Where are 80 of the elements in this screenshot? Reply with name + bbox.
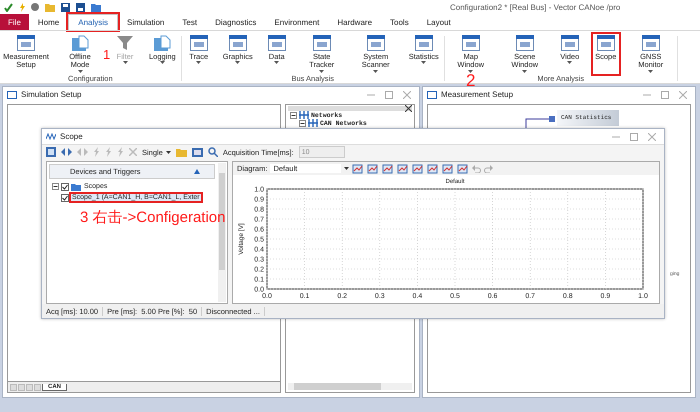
collapse-icon[interactable] bbox=[290, 112, 297, 118]
maximize-icon[interactable] bbox=[661, 90, 669, 98]
check-icon[interactable] bbox=[4, 2, 13, 12]
chart-tool-icon[interactable] bbox=[382, 164, 394, 174]
window-icon bbox=[414, 35, 433, 51]
document-icon bbox=[153, 35, 172, 51]
checkbox[interactable] bbox=[61, 194, 69, 202]
chart-tool-icon[interactable] bbox=[427, 164, 440, 174]
filter-icon bbox=[116, 35, 134, 51]
arrows-icon[interactable] bbox=[61, 148, 72, 156]
undo-icon[interactable] bbox=[472, 164, 482, 172]
ribbon-tab[interactable]: Layout bbox=[418, 14, 460, 30]
caret-icon bbox=[648, 70, 654, 72]
ribbon-tab[interactable]: Environment bbox=[265, 14, 328, 30]
maximize-icon[interactable] bbox=[630, 132, 638, 140]
chart-tool-icon[interactable] bbox=[397, 164, 410, 174]
caret-icon bbox=[373, 70, 378, 72]
window-title: Simulation Setup bbox=[21, 90, 82, 99]
window-icon bbox=[268, 35, 286, 51]
caret-icon[interactable] bbox=[344, 167, 350, 170]
chart-tool-icon[interactable] bbox=[457, 164, 470, 174]
caret-icon bbox=[522, 70, 528, 72]
ribbon-tab[interactable]: Home bbox=[28, 14, 68, 30]
chart-tool-icon[interactable] bbox=[412, 164, 424, 174]
ribbon-tab[interactable]: Tools bbox=[381, 14, 418, 30]
window-icon bbox=[312, 35, 331, 51]
screen-icon[interactable] bbox=[192, 148, 203, 156]
circle-icon[interactable] bbox=[31, 3, 39, 11]
window-title: Scope bbox=[60, 132, 83, 141]
window-icon bbox=[228, 35, 247, 51]
window-icon bbox=[17, 35, 35, 51]
close-icon[interactable] bbox=[405, 105, 412, 112]
window-icon bbox=[366, 35, 385, 51]
connector-line bbox=[525, 115, 556, 128]
caret-icon bbox=[166, 150, 171, 154]
maximize-icon[interactable] bbox=[385, 90, 393, 98]
caret-icon bbox=[274, 61, 280, 64]
collapse-icon[interactable] bbox=[299, 120, 306, 126]
window-icon bbox=[560, 35, 579, 51]
ribbon-tab[interactable]: Hardware bbox=[328, 14, 382, 30]
ribbon-tab[interactable]: Simulation bbox=[118, 14, 174, 30]
scope-icon bbox=[46, 133, 56, 140]
caret-icon bbox=[78, 70, 82, 72]
window-icon bbox=[190, 35, 208, 51]
ribbon-tab[interactable]: Test bbox=[173, 14, 206, 30]
caret-icon bbox=[235, 61, 240, 64]
caret-icon bbox=[122, 61, 128, 64]
scrollbar[interactable] bbox=[288, 383, 412, 390]
window-title: Measurement Setup bbox=[441, 90, 514, 99]
caret-icon bbox=[196, 61, 202, 64]
save-icon[interactable] bbox=[61, 2, 70, 12]
window-icon bbox=[642, 35, 660, 51]
annotation-text: 2 bbox=[466, 72, 476, 89]
chart-tool-icon[interactable] bbox=[442, 164, 454, 174]
caret-icon bbox=[319, 70, 324, 72]
checkbox[interactable] bbox=[61, 182, 69, 190]
annotation-text: 3 右击->Configeration bbox=[80, 210, 226, 225]
folder-icon[interactable] bbox=[91, 2, 101, 12]
annotation-text: 1 bbox=[103, 48, 110, 61]
document-icon bbox=[71, 35, 89, 51]
redo-icon[interactable] bbox=[484, 164, 494, 172]
chart-tool-icon[interactable] bbox=[367, 164, 380, 174]
window-icon bbox=[7, 90, 17, 98]
magnifier-icon[interactable] bbox=[208, 147, 218, 157]
ribbon-tab[interactable]: Diagnostics bbox=[206, 14, 266, 30]
window-icon bbox=[596, 35, 615, 51]
window-icon bbox=[462, 35, 480, 51]
caret-icon bbox=[421, 61, 426, 64]
file-tab[interactable]: File bbox=[0, 14, 29, 30]
folder-icon bbox=[71, 182, 81, 190]
caret-icon bbox=[468, 70, 474, 72]
chart-tool-icon[interactable] bbox=[352, 164, 364, 174]
window-icon bbox=[516, 35, 534, 51]
save-icon[interactable] bbox=[76, 2, 85, 12]
collapse-icon[interactable] bbox=[52, 183, 59, 190]
ribbon-tab[interactable]: Analysis bbox=[68, 14, 118, 30]
window-title: Configuration2 * [Real Bus] - Vector CANoe /pro bbox=[450, 2, 620, 12]
caret-icon bbox=[567, 61, 572, 64]
caret-icon bbox=[160, 61, 165, 64]
window-icon bbox=[427, 90, 437, 98]
